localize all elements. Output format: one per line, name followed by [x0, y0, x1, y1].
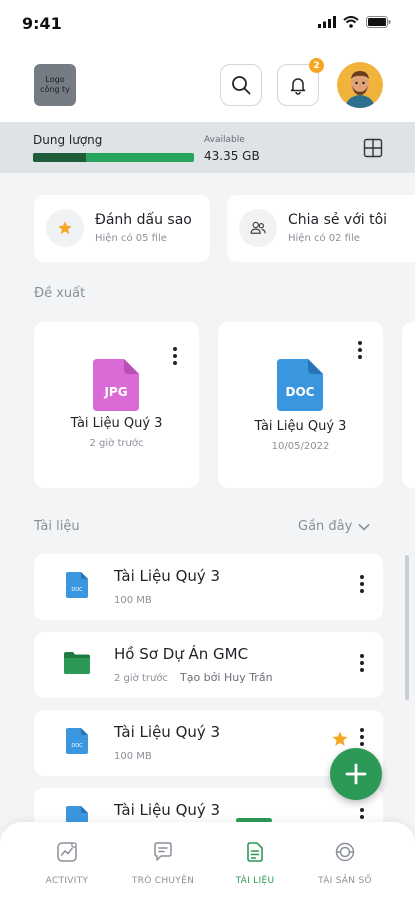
wifi-icon [343, 16, 359, 28]
star-icon-wrap [46, 209, 84, 247]
doc-type-label: DOC [286, 385, 315, 399]
status-time: 9:41 [22, 14, 62, 33]
scrollbar-thumb[interactable] [405, 555, 409, 700]
tab-label: TÀI SẢN SỐ [318, 876, 372, 886]
document-row[interactable]: Hồ Sơ Dự Án GMC 2 giờ trước Tạo bởi Huy … [34, 632, 383, 698]
sort-label: Gần đây [298, 519, 353, 534]
tab-label: TÀI LIỆU [235, 876, 275, 886]
activity-icon [57, 842, 77, 862]
document-row[interactable]: DOC Tài Liệu Quý 3 100 MB [34, 554, 383, 620]
company-logo: Logo công ty [34, 64, 76, 106]
notification-button[interactable]: 2 [277, 58, 324, 106]
more-icon[interactable] [357, 654, 367, 672]
avatar-image [337, 62, 383, 108]
jpg-file-icon: JPG [93, 359, 139, 411]
grid-view-button[interactable] [363, 138, 383, 162]
search-icon [232, 76, 251, 95]
more-icon[interactable] [355, 341, 365, 359]
doc-file-icon: DOC [277, 359, 323, 411]
more-icon[interactable] [357, 728, 367, 746]
documents-label: Tài liệu [34, 519, 80, 534]
starred-card[interactable]: Đánh dấu sao Hiện có 05 file [34, 195, 210, 262]
tab-label: TRÒ CHUYỆN [131, 876, 195, 886]
svg-text:DOC: DOC [71, 587, 83, 593]
notification-badge: 2 [309, 58, 324, 73]
recommended-label: Đề xuất [34, 286, 86, 301]
plus-icon [345, 763, 367, 785]
recommended-card-3[interactable] [402, 322, 415, 488]
chat-icon [154, 842, 172, 861]
document-name: Tài Liệu Quý 3 [114, 801, 221, 819]
status-bar: 9:41 [0, 0, 415, 50]
starred-subtitle: Hiện có 05 file [95, 233, 167, 244]
starred-title: Đánh dấu sao [95, 212, 192, 228]
document-meta: 100 MB [114, 751, 152, 762]
recommended-meta-2: 10/05/2022 [271, 441, 330, 452]
shared-title: Chia sẻ với tôi [288, 212, 388, 228]
storage-progress-fill [33, 153, 87, 162]
tab-activity[interactable]: ACTIVITY [22, 840, 112, 886]
available-value: 43.35 GB [204, 149, 260, 163]
avatar[interactable] [337, 62, 383, 108]
tab-label: ACTIVITY [45, 876, 89, 886]
folder-icon [64, 652, 90, 674]
assets-icon [335, 842, 355, 862]
document-creator: Tạo bởi Huy Trần [180, 671, 273, 684]
shared-card[interactable]: Chia sẻ với tôi Hiện có 02 file [227, 195, 415, 262]
signal-icon [318, 16, 336, 28]
document-name: Hồ Sơ Dự Án GMC [114, 645, 249, 663]
shared-subtitle: Hiện có 02 file [288, 233, 360, 244]
storage-progress-bar [33, 153, 194, 162]
status-icons [318, 16, 391, 28]
star-icon[interactable] [331, 730, 349, 748]
recommended-title-2: Tài Liệu Quý 3 [254, 419, 347, 434]
users-icon [250, 221, 266, 234]
bottom-tab-bar: ACTIVITY TRÒ CHUYỆN TÀI LIỆU TÀI SẢN SỐ [0, 822, 415, 900]
bell-icon [290, 78, 306, 95]
document-meta: 2 giờ trước [114, 673, 168, 684]
storage-panel: Dung lượng Available 43.35 GB [0, 122, 415, 173]
doc-file-icon: DOC [66, 572, 88, 598]
svg-text:DOC: DOC [71, 743, 83, 749]
app-header: Logo công ty 2 [0, 50, 415, 122]
recommended-card-1[interactable]: JPG Tài Liệu Quý 3 2 giờ trước [34, 322, 199, 488]
document-name: Tài Liệu Quý 3 [114, 567, 221, 585]
users-icon-wrap [239, 209, 277, 247]
search-button[interactable] [220, 64, 262, 106]
sort-dropdown[interactable]: Gần đây [298, 519, 370, 534]
storage-label: Dung lượng [33, 133, 103, 147]
document-meta: 100 MB [114, 595, 152, 606]
available-label: Available [204, 135, 245, 145]
doc-file-icon: DOC [66, 728, 88, 754]
document-icon [247, 842, 263, 862]
tab-chat[interactable]: TRÒ CHUYỆN [118, 840, 208, 886]
more-icon[interactable] [357, 575, 367, 593]
more-icon[interactable] [170, 347, 180, 365]
recommended-card-2[interactable]: DOC Tài Liệu Quý 3 10/05/2022 [218, 322, 383, 488]
chevron-down-icon [358, 523, 370, 531]
document-name: Tài Liệu Quý 3 [114, 723, 221, 741]
recommended-meta-1: 2 giờ trước [89, 438, 144, 449]
grid-icon [363, 138, 383, 158]
add-button[interactable] [330, 748, 382, 800]
recommended-title-1: Tài Liệu Quý 3 [70, 416, 163, 431]
tab-digital-assets[interactable]: TÀI SẢN SỐ [300, 840, 390, 886]
battery-icon [366, 16, 391, 28]
jpg-type-label: JPG [103, 385, 127, 399]
tab-documents[interactable]: TÀI LIỆU [210, 840, 300, 886]
star-icon [58, 221, 72, 234]
